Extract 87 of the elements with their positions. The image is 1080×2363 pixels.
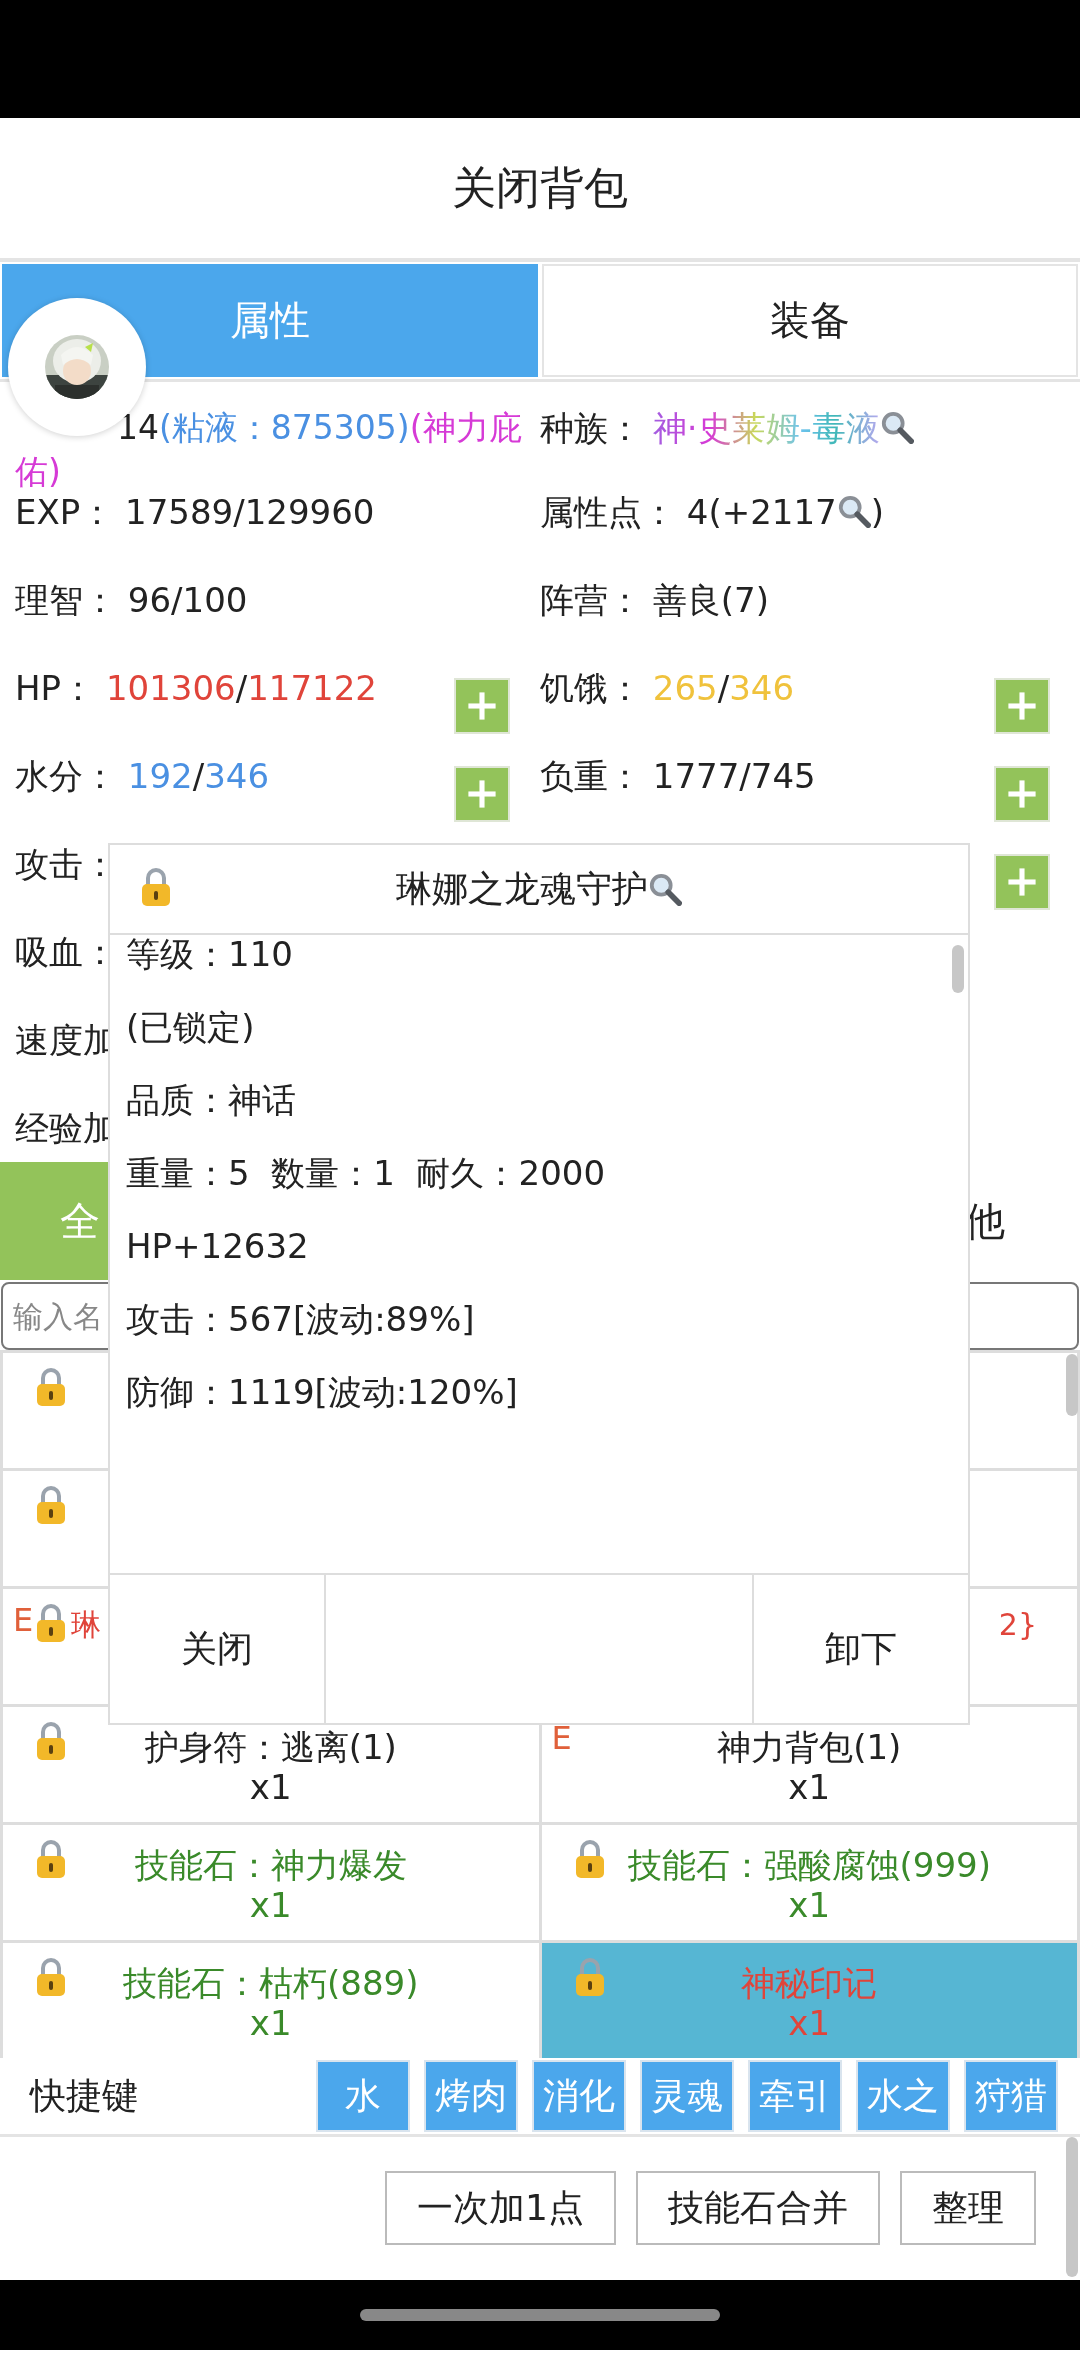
shortcut-button[interactable]: 水 [316,2060,410,2132]
item-name: 技能石：神力爆发 [134,1845,407,1885]
stat-label: 阵营： [540,580,642,620]
search-icon[interactable] [836,494,871,528]
stat-value: (神力庇 [409,408,522,447]
item-name: 神秘印记 [741,1963,878,2003]
item-detail: 品质：神话 [126,1079,296,1122]
stat-value: / [192,756,205,796]
plus-button[interactable] [994,766,1050,822]
stat-value: 4(+2117 [686,492,837,532]
action-button[interactable]: 一次加1点 [385,2171,616,2245]
item-detail: HP+12632 [126,1225,309,1268]
stat-label: EXP： [15,492,115,532]
plus-icon [465,689,499,723]
scrollbar[interactable] [952,945,964,993]
item-name: 技能石：强酸腐蚀(999) [627,1845,991,1885]
item-cell[interactable]: 技能石：枯朽(889) x1 [3,1943,539,2058]
equipped-mark: E [551,1721,572,1755]
stat-label: HP： [15,668,96,708]
shortcut-button[interactable]: 灵魂 [640,2060,734,2132]
item-name: 神力背包(1) [717,1727,902,1767]
stat-value: ) [870,492,884,532]
plus-icon [465,777,499,811]
stat-label: 水分： [15,756,117,796]
item-name: 2} [998,1606,1037,1644]
plus-button[interactable] [994,678,1050,734]
equipped-mark: E [13,1603,34,1637]
stat-value: / [717,668,730,708]
plus-button[interactable] [994,854,1050,910]
scrollbar[interactable] [1066,1354,1078,1416]
stat-value: 善良(7) [652,580,769,620]
shortcut-button[interactable]: 烤肉 [424,2060,518,2132]
item-name: 琳 [71,1606,101,1644]
item-count: x1 [788,2003,831,2043]
stat-value: (粘液：875305) [159,408,410,447]
action-button[interactable]: 整理 [900,2171,1036,2245]
item-detail: 等级：110 [126,935,293,976]
item-detail: (已锁定) [126,1006,255,1049]
item-count: x1 [788,1767,831,1807]
item-count: x1 [249,2003,292,2043]
shortcut-button[interactable]: 消化 [532,2060,626,2132]
item-detail: 重量：5 数量：1 耐久：2000 [126,1152,606,1195]
stat-value: 346 [204,756,270,796]
action-button[interactable]: 技能石合并 [636,2171,880,2245]
close-bag-title[interactable]: 关闭背包 [452,158,628,218]
stat-value: 佑) [15,452,61,491]
stat-value: 101306 [105,668,236,708]
item-name: 技能石：枯朽(889) [123,1963,419,2003]
item-count: x1 [249,1767,292,1807]
stat-label: 属性点： [540,492,676,532]
item-cell[interactable]: 技能石：强酸腐蚀(999) x1 [541,1825,1077,1940]
item-title: 琳娜之龙魂守护 [396,866,648,911]
stat-value: 1777/745 [652,756,816,796]
shortcut-label: 快捷键 [28,2073,139,2118]
item-name: 护身符：逃离(1) [144,1727,397,1767]
shortcut-button[interactable]: 水之 [856,2060,950,2132]
item-detail: 攻击：567[波动:89%] [126,1298,475,1341]
search-icon[interactable] [879,410,914,444]
shortcut-button[interactable]: 狩猎 [964,2060,1058,2132]
shortcut-button[interactable]: 牵引 [748,2060,842,2132]
search-icon[interactable] [648,872,682,906]
stat-value: / [235,668,248,708]
stat-label: 吸血： [15,932,117,972]
stat-label: 饥饿： [540,668,642,708]
plus-button[interactable] [454,766,510,822]
item-count: x1 [788,1885,831,1925]
stat-value: 117122 [247,668,377,708]
stat-value: 神·史莱姆-毒液 [652,408,880,448]
stat-value: 96/100 [127,580,248,620]
stat-value: 265 [652,668,718,708]
scrollbar[interactable] [1066,2137,1078,2277]
plus-icon [1005,865,1039,899]
stat-label: 攻击： [15,844,117,884]
stat-label: 负重： [540,756,642,796]
item-detail: 防御：1119[波动:120%] [126,1371,518,1414]
stat-value: 192 [127,756,193,796]
stat-label: 种族： [540,408,642,448]
tab[interactable]: 装备 [542,264,1078,377]
stat-value: 17589/129960 [125,492,375,532]
item-cell[interactable]: 技能石：神力爆发 x1 [3,1825,539,1940]
plus-icon [1005,689,1039,723]
stat-value: 14 [117,408,159,447]
plus-icon [1005,777,1039,811]
stat-label: 理智： [15,580,117,620]
plus-button[interactable] [454,678,510,734]
item-count: x1 [249,1885,292,1925]
stat-value: 346 [729,668,795,708]
